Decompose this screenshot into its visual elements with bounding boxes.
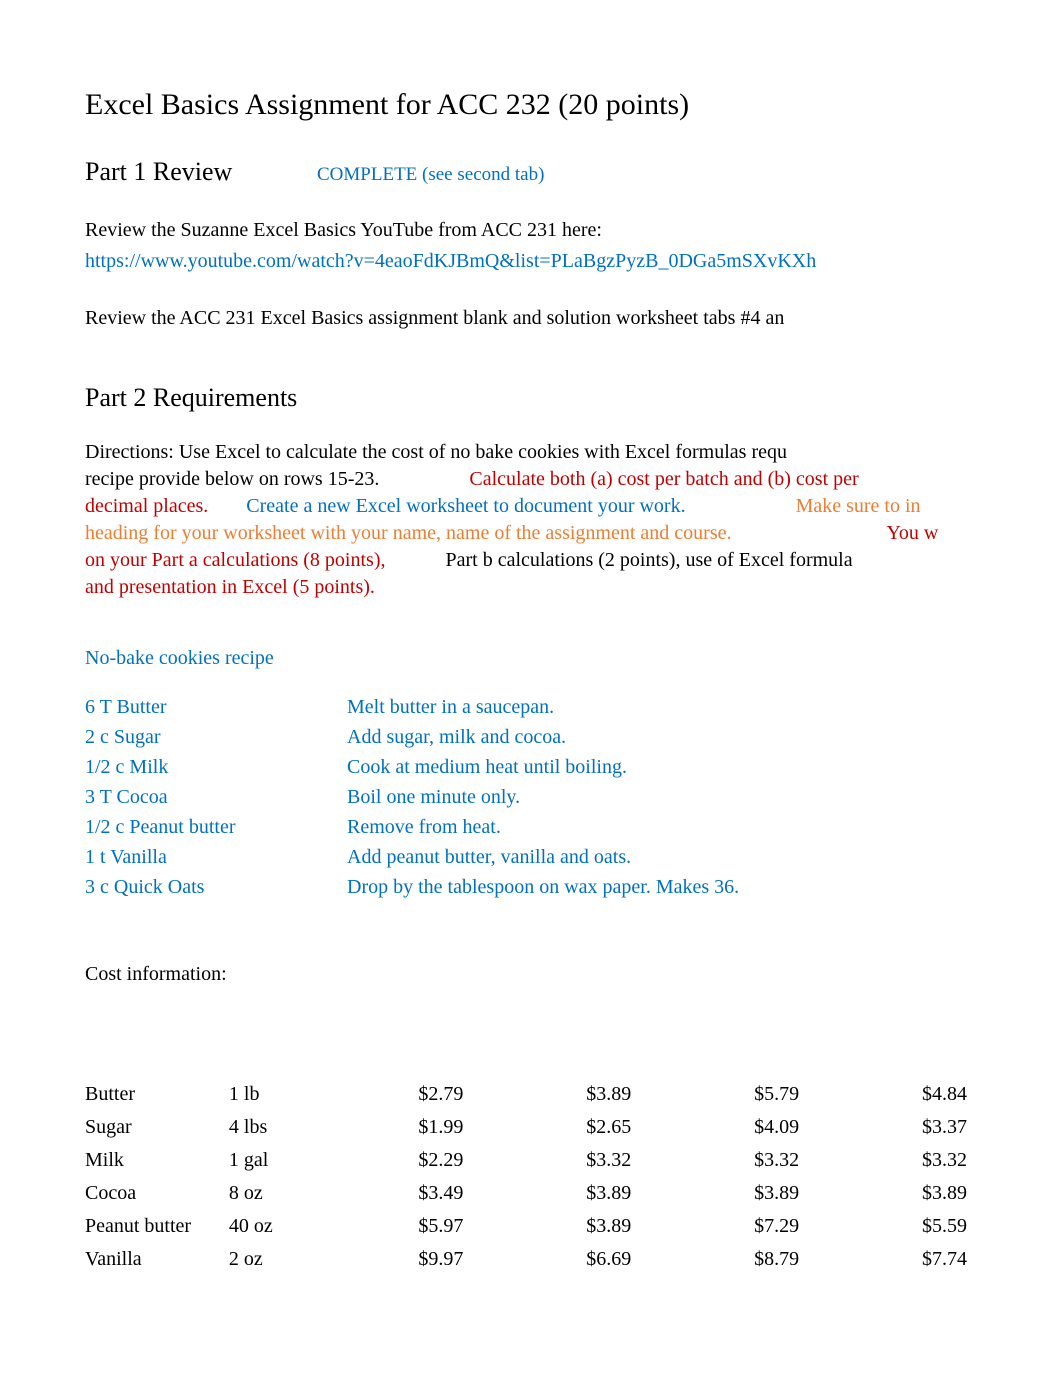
- recipe-step: Add peanut butter, vanilla and oats.: [347, 844, 631, 871]
- cost-ingredient: Milk: [85, 1144, 229, 1177]
- cost-price: $3.32: [661, 1144, 829, 1177]
- cost-price: $3.32: [493, 1144, 661, 1177]
- cost-price: $2.79: [326, 1078, 494, 1111]
- cost-price: $6.69: [493, 1243, 661, 1276]
- directions-line4a: heading for your worksheet with your nam…: [85, 522, 731, 544]
- page-title: Excel Basics Assignment for ACC 232 (20 …: [85, 85, 977, 126]
- cost-price: $3.49: [326, 1177, 494, 1210]
- recipe-step: Boil one minute only.: [347, 784, 520, 811]
- cost-table: Butter1 lb$2.79$3.89$5.79$4.84Sugar4 lbs…: [85, 1078, 977, 1276]
- directions-line5a: on your Part a calculations (8 points),: [85, 549, 386, 571]
- cost-price: $3.89: [829, 1177, 977, 1210]
- recipe-title: No-bake cookies recipe: [85, 645, 977, 672]
- cost-price: $3.32: [829, 1144, 977, 1177]
- complete-note: COMPLETE (see second tab): [317, 162, 544, 188]
- part2-heading: Part 2 Requirements: [85, 380, 977, 415]
- cost-price: $5.59: [829, 1210, 977, 1243]
- cost-price: $7.29: [661, 1210, 829, 1243]
- cost-info-title: Cost information:: [85, 961, 977, 988]
- cost-size: 8 oz: [229, 1177, 326, 1210]
- directions-line6: and presentation in Excel (5 points).: [85, 576, 375, 598]
- cost-price: $2.65: [493, 1111, 661, 1144]
- review-intro: Review the Suzanne Excel Basics YouTube …: [85, 217, 977, 244]
- directions-block: Directions: Use Excel to calculate the c…: [85, 439, 977, 601]
- cost-price: $3.37: [829, 1111, 977, 1144]
- youtube-link[interactable]: https://www.youtube.com/watch?v=4eaoFdKJ…: [85, 248, 977, 275]
- recipe-row: 1 t VanillaAdd peanut butter, vanilla an…: [85, 844, 977, 871]
- cost-size: 1 lb: [229, 1078, 326, 1111]
- cost-price: $7.74: [829, 1243, 977, 1276]
- cost-ingredient: Peanut butter: [85, 1210, 229, 1243]
- cost-price: $1.99: [326, 1111, 494, 1144]
- table-row: Vanilla2 oz$9.97$6.69$8.79$7.74: [85, 1243, 977, 1276]
- directions-line2a: recipe provide below on rows 15-23.: [85, 468, 379, 490]
- recipe-row: 1/2 c MilkCook at medium heat until boil…: [85, 754, 977, 781]
- cost-price: $8.79: [661, 1243, 829, 1276]
- cost-ingredient: Sugar: [85, 1111, 229, 1144]
- cost-price: $4.09: [661, 1111, 829, 1144]
- recipe-step: Melt butter in a saucepan.: [347, 694, 554, 721]
- table-row: Cocoa8 oz$3.49$3.89$3.89$3.89: [85, 1177, 977, 1210]
- cost-price: $2.29: [326, 1144, 494, 1177]
- directions-line4b: You w: [886, 522, 938, 544]
- recipe-row: 2 c SugarAdd sugar, milk and cocoa.: [85, 724, 977, 751]
- cost-size: 40 oz: [229, 1210, 326, 1243]
- table-row: Sugar4 lbs$1.99$2.65$4.09$3.37: [85, 1111, 977, 1144]
- cost-price: $5.79: [661, 1078, 829, 1111]
- directions-line3b: Create a new Excel worksheet to document…: [246, 495, 685, 517]
- cost-price: $3.89: [661, 1177, 829, 1210]
- recipe-ingredient: 1/2 c Milk: [85, 754, 347, 781]
- recipe-ingredient: 6 T Butter: [85, 694, 347, 721]
- directions-line3c: Make sure to in: [796, 495, 921, 517]
- recipe-row: 1/2 c Peanut butterRemove from heat.: [85, 814, 977, 841]
- part1-heading: Part 1 Review: [85, 154, 317, 189]
- directions-line1: Directions: Use Excel to calculate the c…: [85, 441, 787, 463]
- cost-ingredient: Cocoa: [85, 1177, 229, 1210]
- recipe-row: 3 T CocoaBoil one minute only.: [85, 784, 977, 811]
- table-row: Peanut butter40 oz$5.97$3.89$7.29$5.59: [85, 1210, 977, 1243]
- recipe-list: 6 T ButterMelt butter in a saucepan.2 c …: [85, 694, 977, 901]
- recipe-step: Remove from heat.: [347, 814, 501, 841]
- cost-price: $5.97: [326, 1210, 494, 1243]
- cost-price: $9.97: [326, 1243, 494, 1276]
- review-tabs-note: Review the ACC 231 Excel Basics assignme…: [85, 305, 977, 332]
- cost-price: $4.84: [829, 1078, 977, 1111]
- recipe-step: Drop by the tablespoon on wax paper. Mak…: [347, 874, 739, 901]
- cost-ingredient: Butter: [85, 1078, 229, 1111]
- directions-line3a: decimal places.: [85, 495, 208, 517]
- recipe-ingredient: 1/2 c Peanut butter: [85, 814, 347, 841]
- recipe-ingredient: 3 c Quick Oats: [85, 874, 347, 901]
- recipe-step: Add sugar, milk and cocoa.: [347, 724, 566, 751]
- cost-size: 4 lbs: [229, 1111, 326, 1144]
- recipe-row: 6 T ButterMelt butter in a saucepan.: [85, 694, 977, 721]
- recipe-step: Cook at medium heat until boiling.: [347, 754, 627, 781]
- recipe-row: 3 c Quick OatsDrop by the tablespoon on …: [85, 874, 977, 901]
- cost-price: $3.89: [493, 1210, 661, 1243]
- cost-size: 1 gal: [229, 1144, 326, 1177]
- directions-line2b: Calculate both (a) cost per batch and (b…: [469, 468, 858, 490]
- cost-price: $3.89: [493, 1078, 661, 1111]
- table-row: Milk1 gal$2.29$3.32$3.32$3.32: [85, 1144, 977, 1177]
- recipe-ingredient: 1 t Vanilla: [85, 844, 347, 871]
- cost-size: 2 oz: [229, 1243, 326, 1276]
- recipe-ingredient: 3 T Cocoa: [85, 784, 347, 811]
- directions-line5b: Part b calculations (2 points), use of E…: [446, 549, 853, 571]
- cost-price: $3.89: [493, 1177, 661, 1210]
- table-row: Butter1 lb$2.79$3.89$5.79$4.84: [85, 1078, 977, 1111]
- recipe-ingredient: 2 c Sugar: [85, 724, 347, 751]
- cost-ingredient: Vanilla: [85, 1243, 229, 1276]
